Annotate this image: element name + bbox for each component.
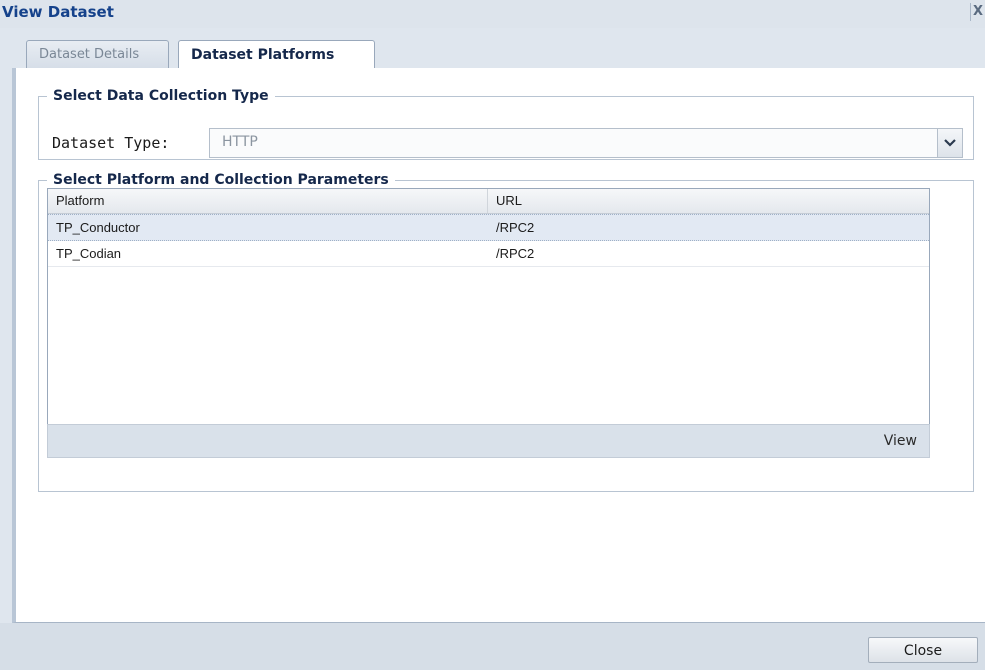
- tab-dataset-details[interactable]: Dataset Details: [26, 40, 169, 68]
- title-bar: View Dataset X: [0, 0, 985, 28]
- url-cell: /RPC2: [496, 246, 535, 261]
- tab-dataset-platforms[interactable]: Dataset Platforms: [178, 40, 375, 69]
- platform-parameters-legend: Select Platform and Collection Parameter…: [53, 172, 389, 188]
- view-dataset-window: View Dataset X Dataset Details Dataset P…: [0, 0, 985, 670]
- column-header-url[interactable]: URL: [488, 189, 929, 213]
- dataset-type-label: Dataset Type:: [52, 134, 170, 152]
- data-collection-type-legend: Select Data Collection Type: [53, 88, 269, 104]
- table-row[interactable]: TP_Codian /RPC2: [48, 241, 929, 267]
- column-header-platform[interactable]: Platform: [48, 189, 488, 213]
- url-cell: /RPC2: [496, 220, 535, 235]
- window-close-icon[interactable]: X: [970, 3, 985, 21]
- dataset-type-value: HTTP: [222, 134, 258, 150]
- dataset-type-combobox[interactable]: HTTP: [209, 128, 963, 158]
- tab-strip: Dataset Details Dataset Platforms: [12, 28, 985, 69]
- tab-body-panel: Select Data Collection Type Dataset Type…: [12, 68, 985, 623]
- platform-cell: TP_Conductor: [56, 220, 140, 235]
- grid-toolbar: View: [47, 424, 930, 458]
- dialog-footer: Close: [0, 623, 985, 670]
- grid-header: Platform URL: [48, 189, 929, 214]
- platforms-grid: Platform URL TP_Conductor /RPC2 TP_Codia…: [47, 188, 930, 425]
- chevron-down-icon[interactable]: [937, 129, 962, 157]
- table-row[interactable]: TP_Conductor /RPC2: [48, 214, 929, 241]
- window-title: View Dataset: [2, 3, 114, 21]
- close-button[interactable]: Close: [868, 637, 978, 663]
- platform-cell: TP_Codian: [56, 246, 122, 261]
- data-collection-type-fieldset: Select Data Collection Type Dataset Type…: [38, 88, 974, 160]
- view-button[interactable]: View: [880, 431, 921, 451]
